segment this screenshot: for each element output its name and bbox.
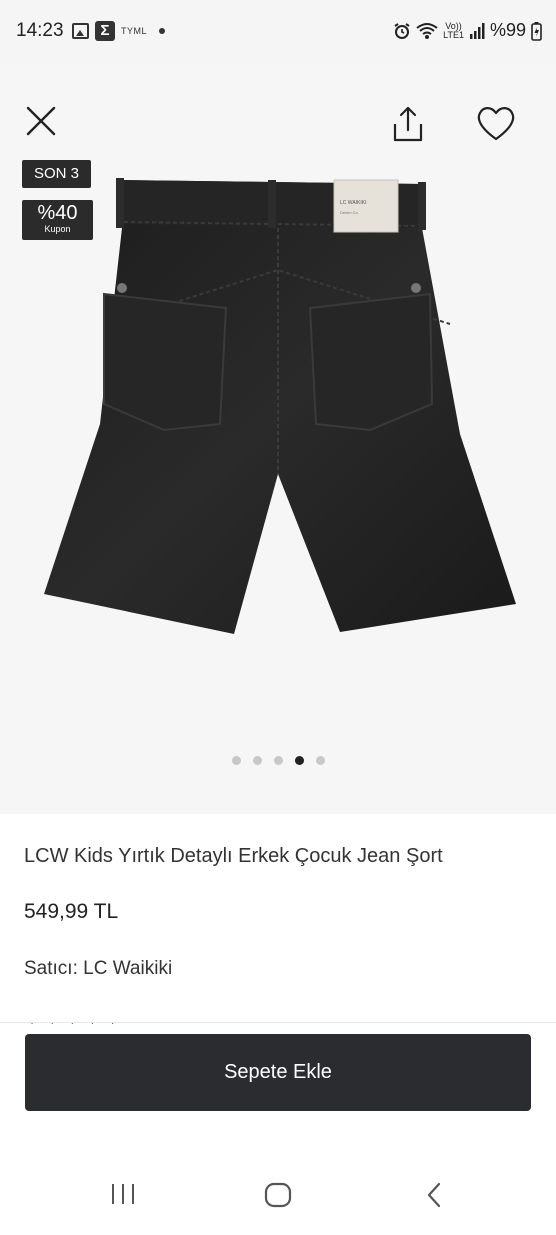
pagination-dot[interactable] bbox=[294, 756, 304, 765]
pagination-dot[interactable] bbox=[231, 756, 241, 765]
divider bbox=[0, 1022, 556, 1023]
pagination-dot[interactable] bbox=[315, 756, 325, 765]
gallery-icon bbox=[72, 23, 89, 39]
wifi-icon bbox=[416, 22, 438, 39]
battery-percent: %99 bbox=[489, 20, 526, 40]
alarm-icon bbox=[394, 22, 410, 39]
back-icon[interactable] bbox=[424, 1182, 444, 1208]
share-icon[interactable] bbox=[390, 104, 426, 144]
status-bar: 14:23 Σ TYML Vo)) LTE1 %99 bbox=[0, 0, 556, 64]
recent-apps-icon[interactable] bbox=[110, 1182, 136, 1206]
volte-label: Vo)) LTE1 bbox=[443, 20, 464, 40]
product-title: LCW Kids Yırtık Detaylı Erkek Çocuk Jean… bbox=[24, 845, 443, 867]
svg-text:Denim Co.: Denim Co. bbox=[340, 210, 359, 215]
gallery-pagination[interactable] bbox=[0, 756, 556, 765]
system-nav-bar bbox=[0, 1150, 556, 1235]
pagination-dot[interactable] bbox=[252, 756, 262, 765]
carrier-label: TYML bbox=[121, 26, 148, 36]
status-time: 14:23 bbox=[16, 20, 64, 41]
more-notifications-icon bbox=[159, 28, 166, 34]
product-price: 549,99 TL bbox=[24, 900, 119, 923]
add-to-cart-button[interactable]: Sepete Ekle bbox=[25, 1034, 531, 1111]
close-icon[interactable] bbox=[24, 104, 58, 138]
status-notification-icons: Σ TYML bbox=[72, 21, 166, 41]
product-gallery[interactable]: SON 3 %40 Kupon LC WAIKIKI Denim Co. bbox=[0, 64, 556, 814]
svg-text:LC WAIKIKI: LC WAIKIKI bbox=[340, 200, 367, 206]
battery-charging-icon bbox=[531, 21, 542, 41]
pagination-dot[interactable] bbox=[273, 756, 283, 765]
favorite-heart-icon[interactable] bbox=[475, 104, 517, 142]
product-image-shorts[interactable]: LC WAIKIKI Denim Co. bbox=[40, 174, 516, 644]
sigma-app-icon: Σ bbox=[95, 21, 115, 41]
status-system-icons: Vo)) LTE1 %99 bbox=[393, 20, 542, 41]
home-icon[interactable] bbox=[264, 1182, 292, 1208]
seller-link[interactable]: Satıcı: LC Waikiki bbox=[24, 958, 172, 980]
signal-icon bbox=[469, 22, 485, 39]
